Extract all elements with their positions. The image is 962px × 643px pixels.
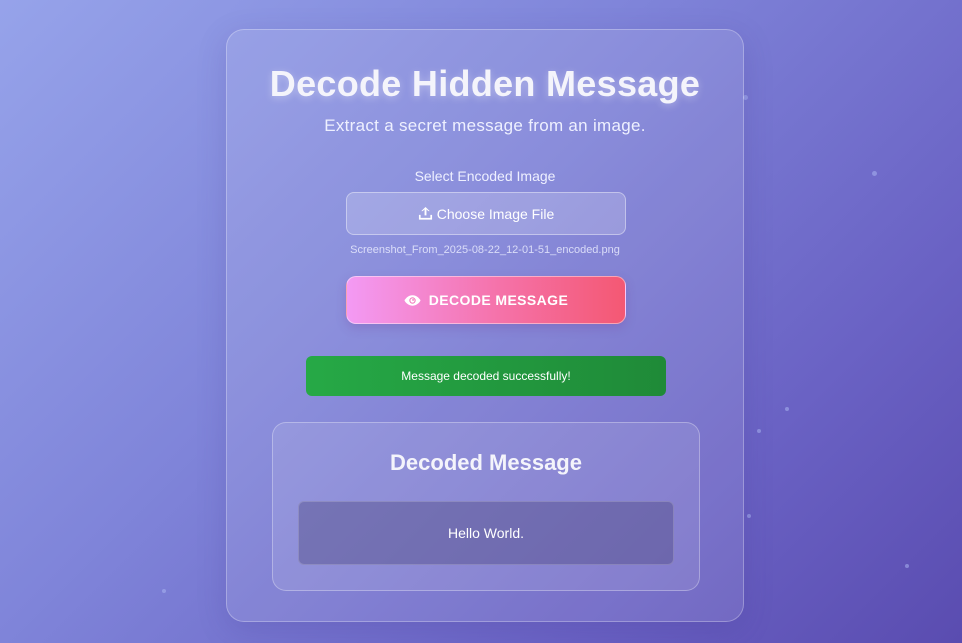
- page-subtitle: Extract a secret message from an image.: [324, 116, 646, 135]
- background-dot: [785, 407, 789, 411]
- decoded-message-panel: Decoded Message Hello World.: [272, 422, 700, 591]
- page-title: Decode Hidden Message: [269, 63, 701, 104]
- success-alert: Message decoded successfully!: [306, 356, 666, 396]
- background-dot: [747, 514, 751, 518]
- eye-icon: [404, 294, 421, 307]
- decode-message-button[interactable]: DECODE MESSAGE: [346, 276, 626, 324]
- choose-image-button[interactable]: Choose Image File: [346, 192, 626, 235]
- decoded-message-title: Decoded Message: [390, 450, 582, 475]
- background-dot: [162, 589, 166, 593]
- background-dot: [757, 429, 761, 433]
- decode-message-button-label: DECODE MESSAGE: [428, 292, 569, 308]
- decode-card: Decode Hidden Message Extract a secret m…: [226, 29, 744, 622]
- file-input-label: Select Encoded Image: [414, 168, 556, 184]
- background-dot: [905, 564, 909, 568]
- decoded-message-output[interactable]: Hello World.: [298, 501, 674, 565]
- selected-file-name: Screenshot_From_2025-08-22_12-01-51_enco…: [350, 244, 620, 256]
- upload-icon: [418, 206, 433, 221]
- choose-image-button-label: Choose Image File: [436, 205, 555, 222]
- background-dot: [872, 171, 877, 176]
